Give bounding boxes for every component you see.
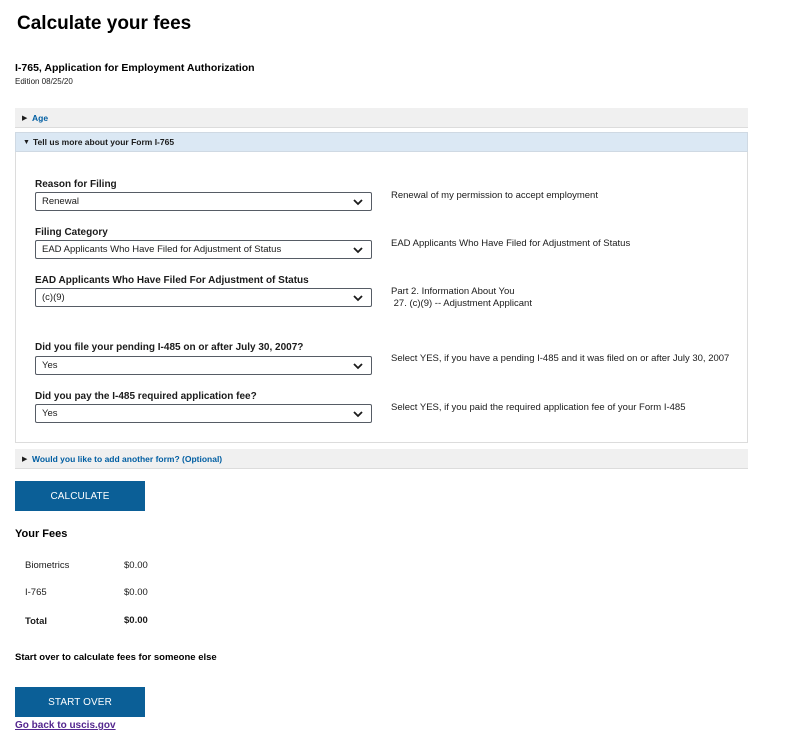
ead-adjustment-label: EAD Applicants Who Have Filed For Adjust… [35, 275, 309, 286]
accordion-form-details[interactable]: ▼ Tell us more about your Form I-765 [15, 132, 748, 152]
i485-fee-paid-label: Did you pay the I-485 required applicati… [35, 391, 257, 402]
back-to-uscis-link[interactable]: Go back to uscis.gov [15, 720, 116, 731]
fee-name: Biometrics [25, 560, 70, 571]
chevron-down-icon [353, 247, 363, 254]
chevron-down-icon [353, 363, 363, 370]
ead-adjustment-select[interactable]: (c)(9) [35, 288, 372, 307]
i485-fee-paid-description: Select YES, if you paid the required app… [391, 402, 686, 413]
chevron-down-icon [353, 199, 363, 206]
chevron-down-icon [353, 411, 363, 418]
fee-total-amount: $0.00 [124, 615, 148, 626]
filing-category-label: Filing Category [35, 227, 108, 238]
edition-date: Edition 08/25/20 [15, 77, 73, 86]
accordion-add-form[interactable]: ▶ Would you like to add another form? (O… [15, 449, 748, 469]
fee-amount: $0.00 [124, 587, 148, 598]
chevron-down-icon [353, 295, 363, 302]
caret-right-icon: ▶ [22, 455, 28, 463]
reason-for-filing-description: Renewal of my permission to accept emplo… [391, 190, 598, 201]
i485-filed-select[interactable]: Yes [35, 356, 372, 375]
caret-right-icon: ▶ [22, 114, 28, 122]
i485-fee-paid-select[interactable]: Yes [35, 404, 372, 423]
ead-adjustment-description: Part 2. Information About You 27. (c)(9)… [391, 286, 731, 309]
caret-down-icon: ▼ [23, 138, 30, 146]
fees-title: Your Fees [15, 528, 68, 540]
fee-total-label: Total [25, 616, 47, 627]
filing-category-value: EAD Applicants Who Have Filed for Adjust… [42, 244, 282, 255]
i485-filed-label: Did you file your pending I-485 on or af… [35, 342, 304, 353]
ead-adjustment-description-line1: Part 2. Information About You [391, 286, 515, 297]
i485-filed-value: Yes [42, 360, 58, 371]
reason-for-filing-select[interactable]: Renewal [35, 192, 372, 211]
fee-amount: $0.00 [124, 560, 148, 571]
accordion-age-label: Age [32, 112, 49, 123]
accordion-form-details-label: Tell us more about your Form I-765 [33, 137, 175, 147]
reason-for-filing-value: Renewal [42, 196, 79, 207]
page-title: Calculate your fees [17, 13, 192, 34]
start-over-text: Start over to calculate fees for someone… [15, 652, 217, 663]
calculate-button[interactable]: CALCULATE [15, 481, 145, 511]
reason-for-filing-label: Reason for Filing [35, 179, 117, 190]
i485-filed-description: Select YES, if you have a pending I-485 … [391, 353, 730, 364]
form-name: I-765, Application for Employment Author… [15, 62, 255, 74]
fee-name: I-765 [25, 587, 47, 598]
filing-category-description: EAD Applicants Who Have Filed for Adjust… [391, 238, 631, 249]
filing-category-select[interactable]: EAD Applicants Who Have Filed for Adjust… [35, 240, 372, 259]
accordion-add-form-label: Would you like to add another form? (Opt… [32, 453, 223, 464]
ead-adjustment-value: (c)(9) [42, 292, 65, 303]
i485-fee-paid-value: Yes [42, 408, 58, 419]
start-over-button[interactable]: START OVER [15, 687, 145, 717]
ead-adjustment-description-line2: 27. (c)(9) -- Adjustment Applicant [391, 297, 532, 309]
accordion-age[interactable]: ▶ Age [15, 108, 748, 128]
